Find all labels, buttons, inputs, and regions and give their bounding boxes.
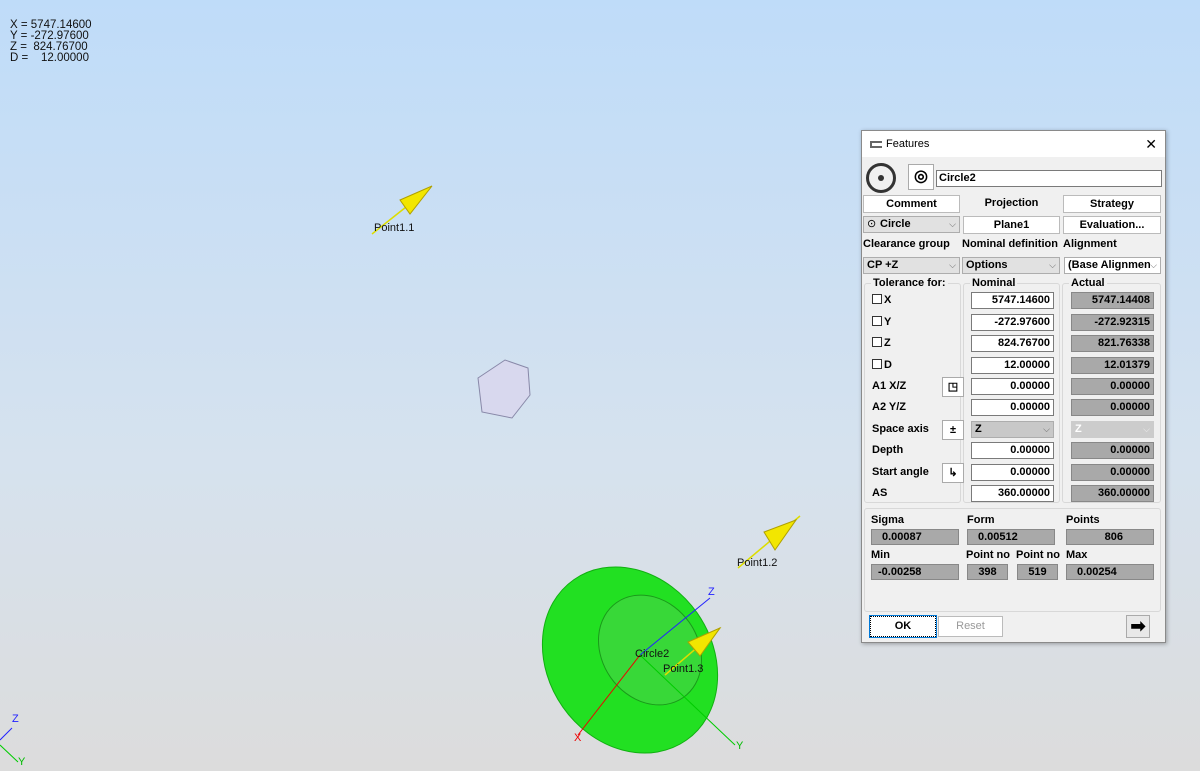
space-axis-actual-dropdown: Z ⌵	[1071, 421, 1154, 438]
point-no-min-label: Point no	[966, 549, 1010, 561]
actual-value: 12.01379	[1071, 357, 1154, 374]
plane-button[interactable]: Plane1	[963, 216, 1060, 234]
sigma-value: 0.00087	[871, 529, 959, 545]
3d-viewport[interactable]	[0, 0, 860, 771]
nominal-input[interactable]: 360.00000	[971, 485, 1054, 502]
label-point-1-2: Point1.2	[737, 557, 778, 569]
tolerance-checkbox[interactable]	[872, 359, 882, 369]
nominal-header: Nominal	[970, 277, 1018, 289]
tolerance-row-label: Depth	[872, 444, 904, 456]
dialog-titlebar[interactable]: Features ✕	[862, 131, 1165, 157]
axis-y-label: Y	[736, 740, 744, 752]
comment-button[interactable]: Comment	[863, 195, 960, 213]
plus-minus-button[interactable]: ±	[942, 420, 964, 440]
feature-name-input[interactable]: Circle2	[936, 170, 1162, 187]
space-axis-nominal-dropdown[interactable]: Z ⌵	[971, 421, 1054, 438]
nominal-input[interactable]: 0.00000	[971, 378, 1054, 395]
actual-value: 0.00000	[1071, 464, 1154, 481]
chevron-down-icon: ⌵	[949, 219, 956, 229]
circle-feature-icon	[866, 163, 896, 193]
sigma-label: Sigma	[871, 514, 905, 526]
point-no-max-label: Point no	[1016, 549, 1060, 561]
chevron-down-icon: ⌵	[1049, 260, 1056, 270]
tolerance-header: Tolerance for:	[871, 277, 948, 289]
nominal-definition-dropdown[interactable]: Options ⌵	[962, 257, 1060, 274]
actual-value: 0.00000	[1071, 378, 1154, 395]
dialog-title: Features	[886, 138, 930, 150]
tolerance-checkbox[interactable]	[872, 316, 882, 326]
actual-value: 5747.14408	[1071, 292, 1154, 309]
actual-value: 360.00000	[1071, 485, 1154, 502]
tolerance-row-label[interactable]: Z	[872, 337, 891, 349]
nominal-input[interactable]: 0.00000	[971, 442, 1054, 459]
nominal-input[interactable]: 0.00000	[971, 464, 1054, 481]
projection-label: Projection	[984, 197, 1039, 209]
nominal-input[interactable]: 824.76700	[971, 335, 1054, 352]
tolerance-row-label: Space axis	[872, 423, 929, 435]
actual-value: 0.00000	[1071, 442, 1154, 459]
label-point-1-3: Point1.3	[663, 663, 704, 675]
actual-value: 821.76338	[1071, 335, 1154, 352]
clearance-group-dropdown[interactable]: CP +Z ⌵	[863, 257, 960, 274]
actual-header: Actual	[1069, 277, 1107, 289]
point-no-max-value: 519	[1017, 564, 1058, 580]
tolerance-row-label[interactable]: Y	[872, 316, 891, 328]
chevron-down-icon: ⌵	[1150, 258, 1157, 273]
app-icon	[870, 140, 882, 148]
nominal-input[interactable]: 5747.14600	[971, 292, 1054, 309]
tolerance-row-label[interactable]: D	[872, 359, 892, 371]
axis-x-label: X	[574, 732, 582, 744]
feature-type-dropdown[interactable]: ⊙ Circle ⌵	[863, 216, 960, 233]
triad-y-label: Y	[18, 756, 26, 768]
alignment-label: Alignment	[1063, 238, 1117, 250]
tolerance-row-label[interactable]: X	[872, 294, 891, 306]
nominal-input[interactable]: 12.00000	[971, 357, 1054, 374]
reset-button[interactable]: Reset	[938, 616, 1003, 637]
circle-2-measured[interactable]	[507, 533, 754, 771]
chevron-down-icon: ⌵	[949, 260, 956, 270]
actual-value: -272.92315	[1071, 314, 1154, 331]
angle-icon-button[interactable]: ◳	[942, 377, 964, 397]
nominal-definition-label: Nominal definition	[962, 238, 1058, 250]
label-circle-2: Circle2	[635, 648, 670, 660]
alignment-dropdown[interactable]: (Base Alignment ⌵	[1064, 257, 1161, 274]
label-point-1-1: Point1.1	[374, 222, 415, 234]
start-angle-icon-button[interactable]: ↳	[942, 463, 964, 483]
triad-z-label: Z	[12, 713, 19, 725]
min-label: Min	[871, 549, 890, 561]
axis-triad	[0, 727, 19, 763]
tolerance-row-label: AS	[872, 487, 888, 499]
clearance-group-label: Clearance group	[863, 238, 950, 250]
tolerance-row-label: A2 Y/Z	[872, 401, 907, 413]
tolerance-checkbox[interactable]	[872, 337, 882, 347]
tolerance-row-label: Start angle	[872, 466, 929, 478]
part-model[interactable]	[477, 359, 531, 419]
nominal-input[interactable]: 0.00000	[971, 399, 1054, 416]
ok-button[interactable]: OK	[869, 615, 937, 638]
max-value: 0.00254	[1066, 564, 1154, 580]
statistics-group	[864, 508, 1161, 612]
point-no-min-value: 398	[967, 564, 1008, 580]
circle-type-icon: ⊙	[867, 218, 877, 230]
max-label: Max	[1066, 549, 1088, 561]
points-label: Points	[1066, 514, 1100, 526]
concentric-circle-icon[interactable]: ◎	[908, 164, 934, 190]
arrow-right-icon: ➡	[1130, 616, 1146, 636]
strategy-button[interactable]: Strategy	[1063, 195, 1161, 213]
form-label: Form	[967, 514, 995, 526]
nominal-input[interactable]: -272.97600	[971, 314, 1054, 331]
tolerance-row-label: A1 X/Z	[872, 380, 907, 392]
min-value: -0.00258	[871, 564, 959, 580]
actual-value: 0.00000	[1071, 399, 1154, 416]
points-value: 806	[1066, 529, 1154, 545]
features-dialog: Features ✕ ◎ Circle2 Comment Projection S…	[861, 130, 1166, 643]
next-arrow-button[interactable]: ➡	[1126, 615, 1150, 638]
close-icon[interactable]: ✕	[1145, 136, 1157, 153]
evaluation-button[interactable]: Evaluation...	[1063, 216, 1161, 234]
form-value: 0.00512	[967, 529, 1055, 545]
tolerance-checkbox[interactable]	[872, 294, 882, 304]
axis-z-label: Z	[708, 586, 715, 598]
